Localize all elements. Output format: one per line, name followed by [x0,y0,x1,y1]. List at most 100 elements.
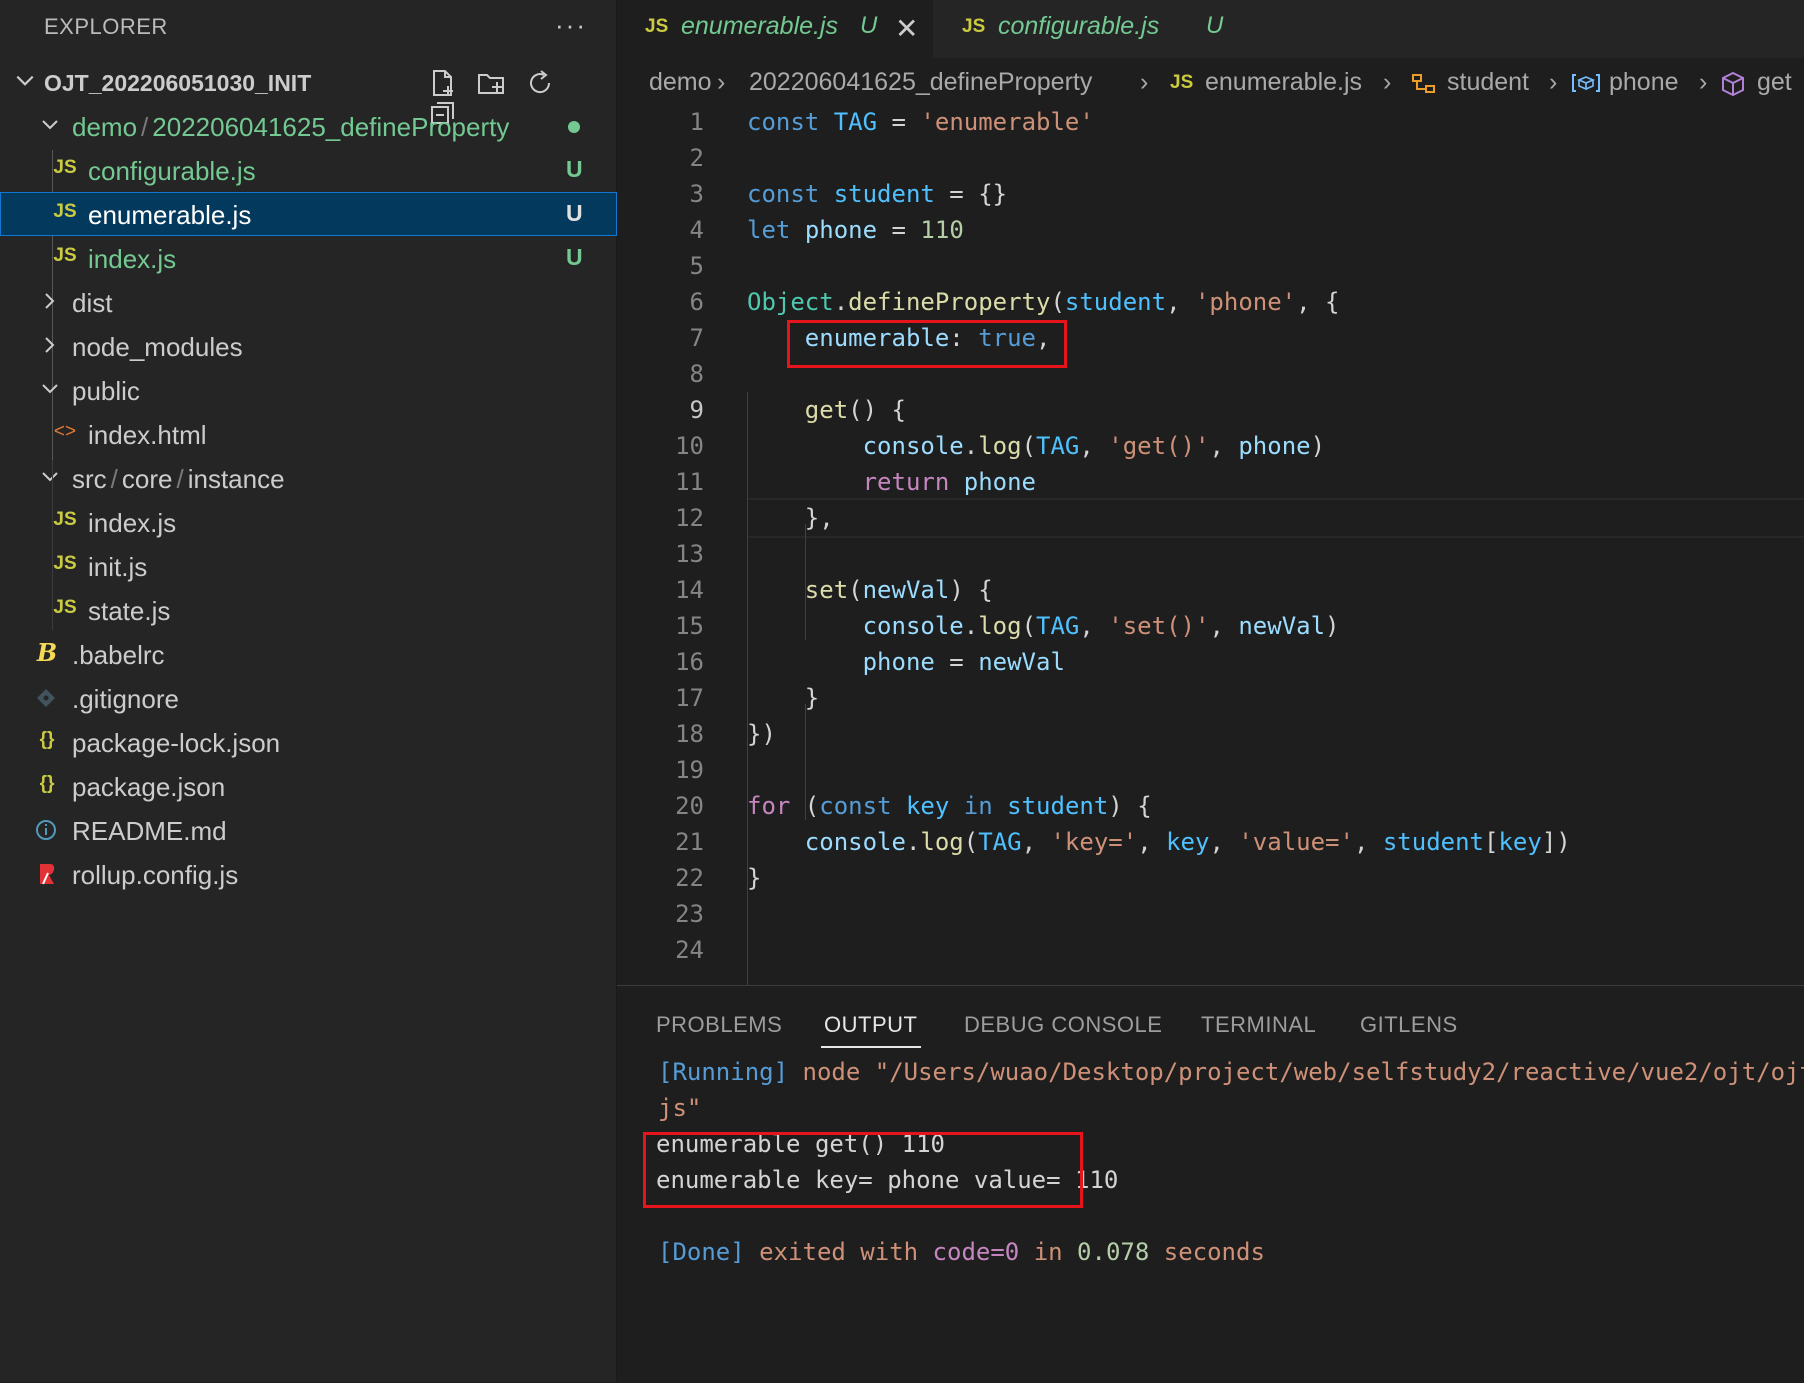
js-file-icon: JS [53,201,77,222]
git-status-badge: U [566,244,583,270]
tree-folder-src[interactable]: src / core / instance [0,456,617,500]
chevron-down-icon [42,120,58,130]
tab-problems[interactable]: PROBLEMS [656,1012,782,1038]
explorer-sidebar: EXPLORER ··· OJT_202206051030_INIT demo /… [0,0,617,1382]
new-file-icon[interactable] [428,68,458,98]
tree-folder-node-modules[interactable]: node_modules [0,324,617,368]
chevron-right-icon: › [1140,68,1149,96]
tree-label: state.js [88,596,171,626]
output-running-line: [Running] node "/Users/wuao/Desktop/proj… [658,1058,1804,1086]
git-status-badge: U [566,200,583,226]
tab-badge: U [860,12,878,39]
line-number: 3 [689,180,704,208]
tree-file-gitignore[interactable]: .gitignore [0,676,617,720]
chevron-right-icon: › [1549,68,1558,96]
tree-label: index.js [88,244,177,274]
breadcrumb-item[interactable]: demo [649,68,712,97]
tree-file-configurable[interactable]: JS configurable.js U [0,148,617,192]
new-folder-icon[interactable] [476,68,506,98]
line-number: 2 [689,144,704,172]
tree-file-index-html[interactable]: <> index.html [0,412,617,456]
tree-file-package[interactable]: {} package.json [0,764,617,808]
code-line: let phone = 110 [747,216,964,244]
js-file-icon: JS [53,245,77,266]
js-file-icon: JS [53,553,77,574]
tree-folder-demo[interactable]: demo/202206041625_defineProperty [0,104,617,148]
project-root[interactable]: OJT_202206051030_INIT [0,60,617,124]
tree-file-index[interactable]: JS index.js U [0,236,617,280]
tree-file-package-lock[interactable]: {} package-lock.json [0,720,617,764]
breadcrumb-item[interactable]: enumerable.js [1205,68,1362,97]
tree-label: .gitignore [72,684,179,714]
refresh-icon[interactable] [525,68,555,98]
tree-label: configurable.js [88,156,256,186]
info-icon [36,820,56,840]
tree-label: index.js [88,508,177,538]
tab-terminal[interactable]: TERMINAL [1201,1012,1316,1038]
code-editor[interactable]: 1 const TAG = 'enumerable' 2 3 const stude… [617,104,1804,1040]
js-file-icon: JS [53,597,77,618]
tab-debug-console[interactable]: DEBUG CONSOLE [964,1012,1162,1038]
json-file-icon: {} [39,773,55,794]
active-tab-indicator [821,1046,921,1048]
tree-file-babelrc[interactable]: B .babelrc [0,632,617,676]
js-file-icon: JS [962,16,986,37]
breadcrumb-item[interactable]: 202206041625_defineProperty [749,68,1092,97]
tree-file-state[interactable]: JS state.js [0,588,617,632]
modified-dot [568,121,580,133]
output-running-line-cont: js" [658,1094,702,1122]
line-number: 21 [675,828,704,856]
code-line: const student = {} [747,180,1008,208]
tree-file-rollup[interactable]: rollup.config.js [0,852,617,896]
output-panel: PROBLEMS OUTPUT DEBUG CONSOLE TERMINAL G… [617,985,1804,1383]
code-line: console.log(TAG, 'key=', key, 'value=', … [804,828,1571,856]
code-line: }, [747,504,834,532]
line-number: 10 [675,432,704,460]
tab-label: configurable.js [998,12,1160,40]
line-number: 16 [675,648,704,676]
js-file-icon: JS [645,16,669,37]
chevron-right-icon [45,337,55,353]
breadcrumb-item[interactable]: phone [1609,68,1679,97]
line-number: 14 [675,576,704,604]
breadcrumb-item[interactable]: student [1447,68,1529,97]
tab-configurable[interactable]: JS configurable.js U [933,0,1281,58]
tab-output[interactable]: OUTPUT [824,1012,917,1038]
line-number: 6 [689,288,704,316]
tree-label: node_modules [72,332,243,362]
tab-gitlens[interactable]: GITLENS [1360,1012,1458,1038]
output-done-line: [Done] exited with code=0 in 0.078 secon… [658,1238,1265,1266]
more-actions-icon[interactable]: ··· [555,10,587,41]
line-number: 9 [689,396,704,424]
line-number: 17 [675,684,704,712]
code-line: const TAG = 'enumerable' [747,108,1094,136]
rollup-file-icon [40,864,55,885]
tree-folder-public[interactable]: public [0,368,617,412]
tree-file-init[interactable]: JS init.js [0,544,617,588]
code-line: } [747,684,820,712]
code-line: } [747,864,762,892]
tree-label: enumerable.js [88,200,252,230]
tab-enumerable[interactable]: JS enumerable.js U ✕ [617,0,933,58]
code-line: for (const key in student) { [747,792,1152,820]
babel-file-icon: B [36,638,58,667]
tree-label: index.html [88,420,207,450]
tree-file-enumerable[interactable]: JS enumerable.js U [0,192,617,236]
code-line: console.log(TAG, 'set()', newVal) [862,612,1340,640]
code-line: }) [747,720,776,748]
tree-file-readme[interactable]: README.md [0,808,617,852]
tab-label: enumerable.js [681,12,839,40]
tree-file-src-index[interactable]: JS index.js [0,500,617,544]
tree-label: demo/202206041625_defineProperty [72,112,510,142]
highlight-box [643,1132,1083,1208]
tree-label: init.js [88,552,148,582]
close-icon[interactable]: ✕ [895,12,918,45]
chevron-down-icon [42,384,58,394]
line-number: 7 [689,324,704,352]
chevron-right-icon: › [717,68,726,96]
tree-label: package-lock.json [72,728,281,758]
tree-folder-dist[interactable]: dist [0,280,617,324]
line-number: 5 [689,252,704,280]
chevron-right-icon [45,293,55,309]
breadcrumb-item[interactable]: get [1757,68,1792,97]
